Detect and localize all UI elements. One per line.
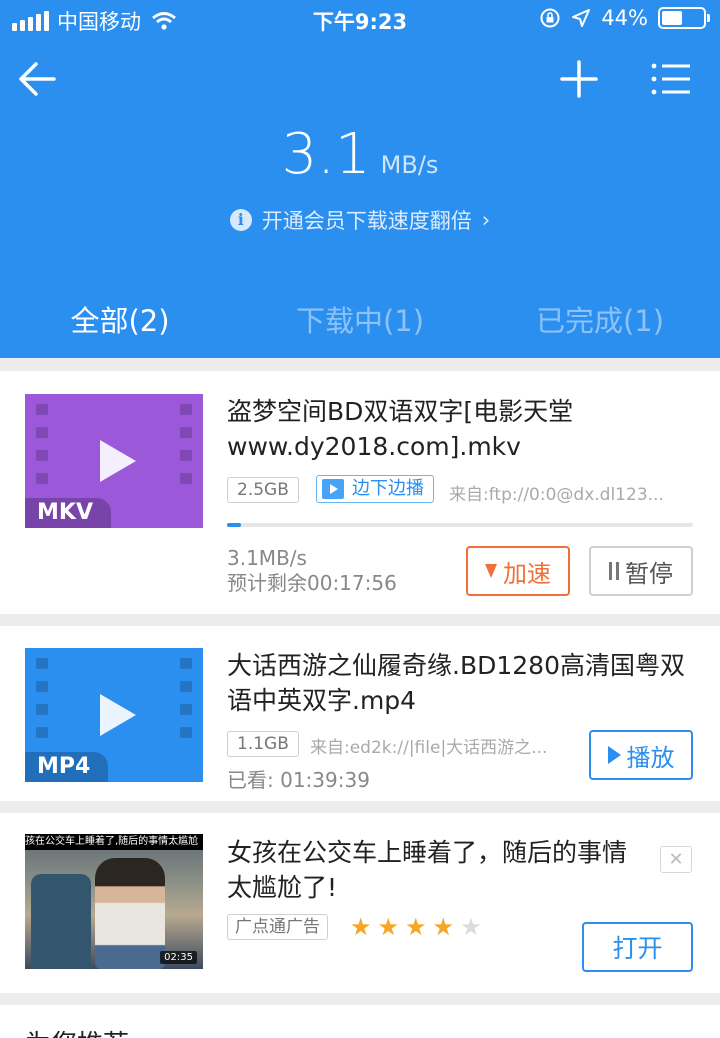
time-remaining: 预计剩余00:17:56 <box>227 571 397 595</box>
info-icon: i <box>229 209 252 231</box>
star-icon: ★ <box>350 913 372 941</box>
download-speed: 3.1 MB/s <box>0 122 720 187</box>
menu-icon[interactable] <box>646 54 696 104</box>
ad-thumbnail[interactable]: 孩在公交车上睡着了,随后的事情太尴尬 02:35 <box>25 834 203 969</box>
format-badge: MKV <box>25 498 111 528</box>
ad-title: 女孩在公交车上睡着了，随后的事情太尴尬了! <box>227 838 628 902</box>
battery-percent: 44% <box>601 6 648 30</box>
watched-progress: 已看: 01:39:39 <box>227 768 370 792</box>
video-duration: 02:35 <box>160 951 197 964</box>
speed-value: 3.1 <box>281 122 371 187</box>
header: 中国移动 下午9:23 44% 3.1 MB/s i 开通会员下载速度翻倍 › … <box>0 0 720 358</box>
video-thumbnail[interactable]: MKV <box>25 394 203 528</box>
open-button[interactable]: 打开 <box>582 922 693 972</box>
close-icon[interactable]: ✕ <box>660 846 692 873</box>
pause-icon <box>609 562 619 580</box>
accelerate-label: 加速 <box>503 559 551 588</box>
section-heading: 为您推荐 <box>25 1024 129 1038</box>
play-icon <box>607 746 621 764</box>
lightning-icon <box>485 564 497 578</box>
battery-icon <box>658 7 710 29</box>
tab-downloading[interactable]: 下载中(1) <box>240 288 480 354</box>
file-size: 1.1GB <box>227 731 299 757</box>
rotation-lock-icon <box>540 8 560 28</box>
filter-tabs: 全部(2) 下载中(1) 已完成(1) <box>0 288 720 354</box>
status-bar: 中国移动 下午9:23 44% <box>0 0 720 40</box>
stream-label: 边下边播 <box>352 478 424 499</box>
video-thumbnail[interactable]: MP4 <box>25 648 203 782</box>
play-icon <box>100 440 136 482</box>
vip-speedup-link[interactable]: i 开通会员下载速度翻倍 › <box>0 205 720 235</box>
star-icon: ★ <box>377 913 400 941</box>
tab-completed[interactable]: 已完成(1) <box>480 288 720 354</box>
file-title: 盗梦空间BD双语双字[电影天堂www.dy2018.com].mkv <box>227 397 574 461</box>
download-progress-bar <box>227 523 693 527</box>
back-arrow-icon[interactable] <box>14 54 64 104</box>
star-icon: ★ <box>432 913 455 941</box>
file-title: 大话西游之仙履奇缘.BD1280高清国粤双语中英双字.mp4 <box>227 651 685 715</box>
stream-while-download-button[interactable]: 边下边播 <box>316 475 434 503</box>
star-icon: ★ <box>460 913 482 941</box>
play-icon <box>100 694 136 736</box>
file-source: 来自:ed2k://|file|大话西游之... <box>310 738 548 758</box>
accelerate-button[interactable]: 加速 <box>466 546 570 596</box>
play-icon <box>322 479 344 499</box>
speed-unit: MB/s <box>380 151 439 179</box>
tab-all[interactable]: 全部(2) <box>0 288 240 354</box>
location-icon <box>572 9 591 27</box>
play-button[interactable]: 播放 <box>589 730 693 780</box>
star-icon: ★ <box>405 913 427 941</box>
file-source: 来自:ftp://0:0@dx.dl123... <box>449 485 664 505</box>
pause-label: 暂停 <box>625 559 673 588</box>
chevron-right-icon: › <box>481 208 491 232</box>
file-size: 2.5GB <box>227 477 299 503</box>
ad-source-tag: 广点通广告 <box>227 914 328 940</box>
rating-stars: ★ ★ ★ ★ ★ <box>350 912 482 942</box>
download-speed-text: 3.1MB/s <box>227 546 307 570</box>
ad-thumbnail-caption: 孩在公交车上睡着了,随后的事情太尴尬 <box>25 834 203 850</box>
format-badge: MP4 <box>25 752 109 782</box>
add-task-icon[interactable] <box>554 54 604 104</box>
vip-tip-label: 开通会员下载速度翻倍 <box>261 209 472 233</box>
pause-button[interactable]: 暂停 <box>589 546 693 596</box>
play-label: 播放 <box>626 743 675 772</box>
